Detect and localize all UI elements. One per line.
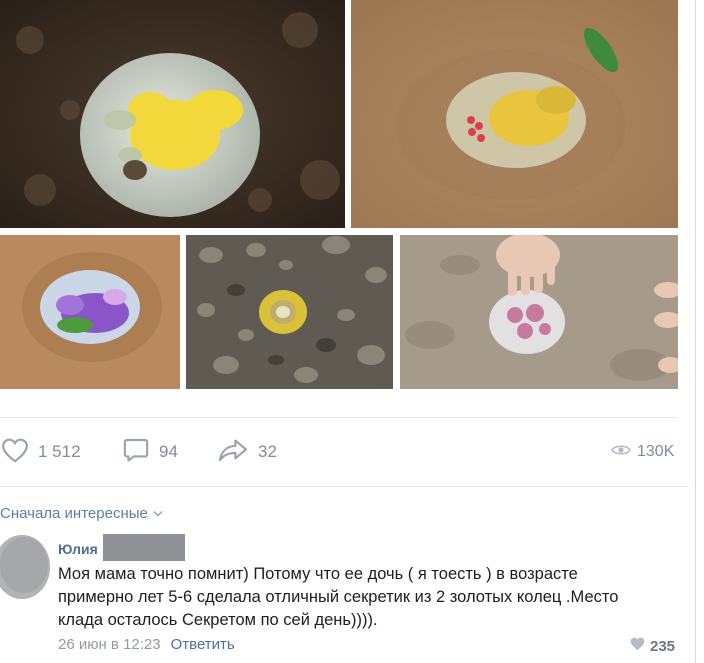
comments-count: 94 <box>159 442 178 461</box>
heart-icon <box>629 636 646 656</box>
comment-button[interactable]: 94 <box>121 432 178 472</box>
comment-icon <box>121 436 151 469</box>
chevron-down-icon <box>153 508 163 520</box>
post-photo-5[interactable] <box>400 235 678 389</box>
photo-1-image <box>0 0 345 228</box>
views-counter: 130K <box>611 432 674 472</box>
page-edge-border <box>695 0 696 663</box>
post-actions-bar: 1 512 94 32 130K <box>0 432 690 472</box>
comments-sort-dropdown[interactable]: Сначала интересные <box>0 505 163 522</box>
photo-2-image <box>351 0 678 228</box>
like-button[interactable]: 1 512 <box>0 432 81 472</box>
comment-likes-count: 235 <box>650 637 676 655</box>
reply-button[interactable]: Ответить <box>171 636 235 653</box>
comment-author[interactable]: Юлия <box>58 541 98 557</box>
likes-count: 1 512 <box>38 442 81 461</box>
photo-4-image <box>186 235 393 389</box>
comment-line: Моя мама точно помнит) Потому что ее доч… <box>58 565 578 583</box>
comment-like-button[interactable]: 235 <box>629 636 675 656</box>
post-view: 1 512 94 32 130K Сначала интересные Юлия… <box>0 0 704 663</box>
post-photo-4[interactable] <box>186 235 393 389</box>
photo-3-image <box>0 235 180 389</box>
post-photo-3[interactable] <box>0 235 180 389</box>
post-photo-1[interactable] <box>0 0 345 228</box>
eye-icon <box>611 443 631 462</box>
share-arrow-icon <box>216 437 250 468</box>
photo-5-image <box>400 235 678 389</box>
comment-line: примерно лет 5-6 сделала отличный секрет… <box>58 588 619 606</box>
comment-meta: 26 июн в 12:23 Ответить <box>58 636 235 653</box>
divider-top <box>0 417 678 418</box>
post-photo-2[interactable] <box>351 0 678 228</box>
comment-line: клада осталось Секретом по сей день)))). <box>58 611 378 629</box>
shares-count: 32 <box>258 442 277 461</box>
views-count: 130K <box>637 443 675 460</box>
comment-text: Моя мама точно помнит) Потому что ее доч… <box>58 563 658 632</box>
avatar[interactable] <box>0 535 50 599</box>
comment-timestamp[interactable]: 26 июн в 12:23 <box>58 636 161 653</box>
heart-icon <box>0 437 30 468</box>
avatar-image <box>0 535 50 599</box>
redacted-name-block <box>103 534 185 561</box>
sort-label: Сначала интересные <box>0 505 148 522</box>
divider-bottom <box>0 486 690 487</box>
share-button[interactable]: 32 <box>216 432 277 472</box>
